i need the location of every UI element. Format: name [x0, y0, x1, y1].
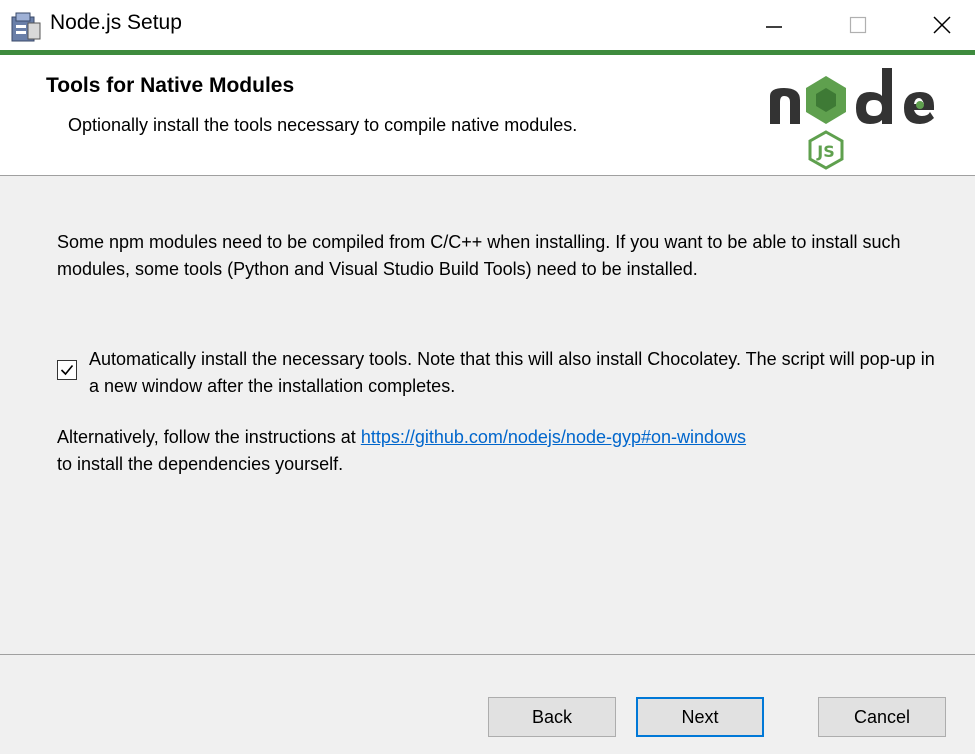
page-title: Tools for Native Modules: [46, 74, 295, 97]
install-tools-label[interactable]: Automatically install the necessary tool…: [89, 346, 949, 400]
close-icon: [933, 16, 951, 34]
alternative-prefix: Alternatively, follow the instructions a…: [57, 427, 361, 447]
window-title: Node.js Setup: [50, 11, 182, 34]
svg-text:JS: JS: [816, 142, 834, 161]
page-subtitle: Optionally install the tools necessary t…: [68, 115, 578, 135]
installer-icon: [11, 12, 41, 42]
maximize-button[interactable]: [830, 0, 886, 50]
close-button[interactable]: [914, 0, 970, 50]
description-text: Some npm modules need to be compiled fro…: [57, 232, 901, 279]
nodejs-logo: JS: [770, 68, 934, 170]
button-bar: Back Next Cancel: [0, 654, 975, 754]
checkmark-icon: [60, 364, 74, 376]
node-gyp-link[interactable]: https://github.com/nodejs/node-gyp#on-wi…: [361, 427, 746, 447]
content-panel: Some npm modules need to be compiled fro…: [0, 176, 975, 654]
install-tools-checkbox[interactable]: [57, 360, 77, 380]
title-bar[interactable]: Node.js Setup: [0, 0, 975, 50]
minimize-button[interactable]: [746, 0, 802, 50]
maximize-icon: [849, 16, 867, 34]
back-button[interactable]: Back: [488, 697, 616, 737]
cancel-button[interactable]: Cancel: [818, 697, 946, 737]
alternative-suffix: to install the dependencies yourself.: [57, 454, 344, 474]
next-button[interactable]: Next: [636, 697, 764, 737]
minimize-icon: [766, 26, 782, 28]
alternative-text: Alternatively, follow the instructions a…: [57, 424, 947, 478]
page-header: Tools for Native Modules Optionally inst…: [0, 55, 975, 176]
installer-window: Node.js Setup Tools for Native Modules O…: [0, 0, 975, 754]
